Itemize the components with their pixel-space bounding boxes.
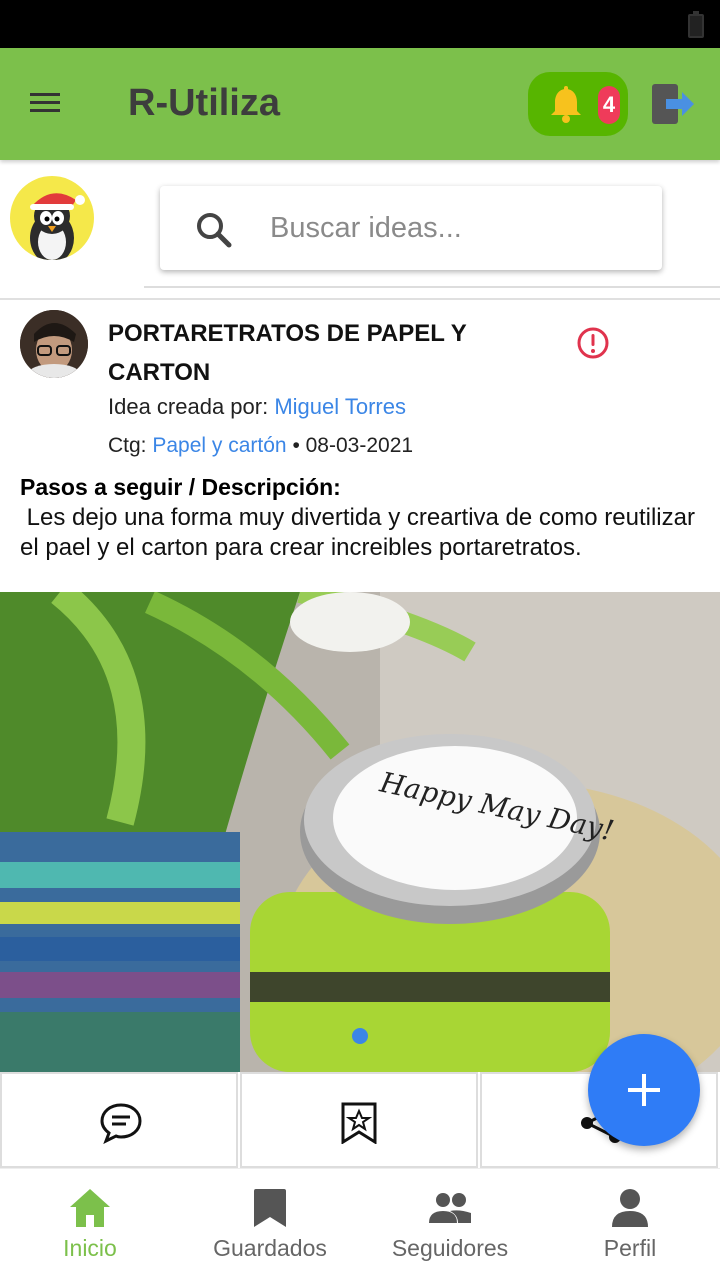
nav-label-perfil: Perfil <box>603 1235 657 1261</box>
comment-button[interactable] <box>0 1072 238 1168</box>
app-bar: R-Utiliza 4 <box>0 48 720 160</box>
nav-label-inicio: Inicio <box>63 1235 117 1261</box>
description-text: Les dejo una forma muy divertida y crear… <box>20 504 702 561</box>
author-avatar[interactable] <box>20 310 88 378</box>
comment-icon <box>100 1103 142 1144</box>
nav-label-seguidores: Seguidores <box>391 1235 509 1261</box>
nav-item-perfil[interactable]: Perfil <box>540 1169 720 1281</box>
save-button[interactable] <box>240 1072 478 1168</box>
nav-label-guardados: Guardados <box>213 1235 327 1261</box>
search-icon <box>197 213 232 248</box>
logout-icon[interactable] <box>650 82 696 126</box>
post-title: PORTARETRATOS DE PAPEL Y CARTON <box>108 320 467 386</box>
author-photo <box>20 310 88 378</box>
nav-item-seguidores[interactable]: Seguidores <box>360 1169 540 1281</box>
post-category: Ctg: Papel y cartón • 08-03-2021 <box>108 434 413 458</box>
category-link[interactable]: Papel y cartón <box>152 434 286 457</box>
carousel-indicator[interactable] <box>352 1028 368 1044</box>
notifications-button[interactable]: 4 <box>528 72 628 136</box>
post-creator: Idea creada por: Miguel Torres <box>108 394 406 420</box>
app-title: R-Utiliza <box>128 82 280 124</box>
nav-item-inicio[interactable]: Inicio <box>0 1169 180 1281</box>
add-idea-button[interactable] <box>588 1034 700 1146</box>
description-heading: Pasos a seguir / Descripción: <box>20 474 341 500</box>
status-bar <box>0 0 720 48</box>
bottom-navigation: Inicio Guardados Seguidores Perfil <box>0 1168 720 1280</box>
search-bar[interactable] <box>160 186 662 270</box>
search-underline <box>144 286 720 288</box>
report-alert-icon[interactable] <box>576 326 610 360</box>
notification-count-badge: 4 <box>598 86 620 124</box>
bell-icon <box>551 86 581 123</box>
user-avatar[interactable] <box>10 176 94 260</box>
creator-prefix: Idea creada por: <box>108 394 275 419</box>
home-icon <box>70 1189 110 1227</box>
creator-link[interactable]: Miguel Torres <box>274 394 406 419</box>
bookmark-icon <box>254 1189 286 1227</box>
penguin-icon <box>30 193 85 260</box>
divider <box>0 298 720 300</box>
bookmark-star-icon <box>341 1102 377 1144</box>
search-input[interactable] <box>270 208 640 248</box>
battery-icon <box>688 11 704 38</box>
post-date: • 08-03-2021 <box>286 434 414 457</box>
post-image[interactable]: Happy May Day! <box>0 592 720 1072</box>
menu-button[interactable] <box>30 88 66 118</box>
category-prefix: Ctg: <box>108 434 153 457</box>
person-icon <box>612 1189 648 1227</box>
nav-item-guardados[interactable]: Guardados <box>180 1169 360 1281</box>
people-icon <box>429 1193 471 1223</box>
